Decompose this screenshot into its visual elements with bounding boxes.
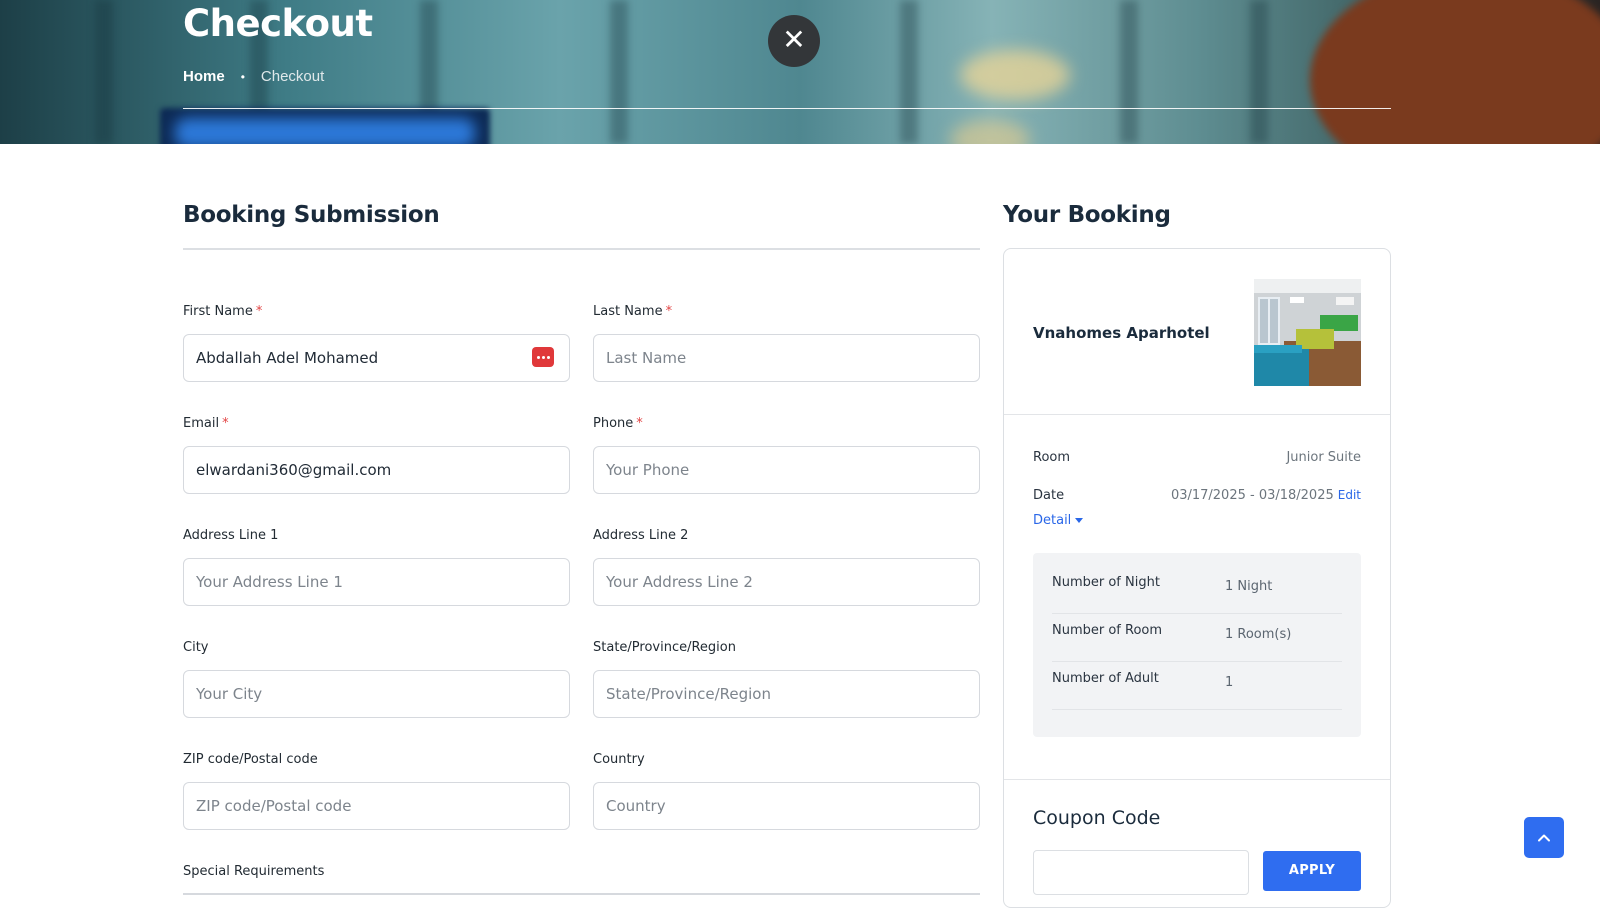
chevron-up-icon: [1538, 834, 1550, 841]
country-label: Country: [593, 752, 645, 767]
date-row: 03/17/2025 - 03/18/2025 Edit: [1171, 488, 1361, 503]
country-input[interactable]: [593, 782, 980, 830]
address2-input[interactable]: [593, 558, 980, 606]
detail-toggle[interactable]: Detail: [1033, 513, 1084, 528]
coupon-code-title: Coupon Code: [1033, 807, 1161, 829]
detail-label: Number of Room: [1052, 623, 1163, 638]
first-name-input[interactable]: [183, 334, 570, 382]
breadcrumb-home-link[interactable]: Home: [183, 68, 225, 85]
zip-input[interactable]: [183, 782, 570, 830]
room-thumbnail[interactable]: [1254, 279, 1361, 386]
booking-submission-title: Booking Submission: [183, 202, 440, 228]
room-value: Junior Suite: [1286, 450, 1361, 465]
your-booking-title: Your Booking: [1003, 202, 1171, 228]
date-value: 03/17/2025 - 03/18/2025: [1170, 488, 1334, 503]
email-input[interactable]: [183, 446, 570, 494]
email-label: Email *: [183, 416, 229, 431]
detail-label: Number of Night: [1052, 575, 1160, 590]
edit-date-link[interactable]: Edit: [1338, 488, 1361, 502]
last-name-label: Last Name *: [593, 304, 673, 319]
card-divider: [1004, 414, 1390, 415]
detail-row: Number of Room 1 Room(s): [1052, 614, 1342, 662]
card-divider: [1004, 779, 1390, 780]
address1-input[interactable]: [183, 558, 570, 606]
address2-label: Address Line 2: [593, 528, 689, 543]
city-input[interactable]: [183, 670, 570, 718]
detail-value: 1 Night: [1225, 579, 1273, 594]
address1-label: Address Line 1: [183, 528, 279, 543]
date-label: Date: [1033, 488, 1065, 503]
phone-label: Phone *: [593, 416, 643, 431]
scroll-to-top-button[interactable]: [1524, 817, 1564, 858]
detail-row: Number of Night 1 Night: [1052, 566, 1342, 614]
phone-input[interactable]: [593, 446, 980, 494]
coupon-code-input[interactable]: [1033, 850, 1249, 895]
room-label: Room: [1033, 450, 1071, 465]
state-input[interactable]: [593, 670, 980, 718]
apply-coupon-button[interactable]: APPLY: [1263, 851, 1361, 891]
caret-down-icon: [1075, 518, 1084, 523]
city-label: City: [183, 640, 209, 655]
detail-value: 1: [1225, 675, 1234, 690]
close-icon: ✕: [782, 23, 806, 56]
special-requirements-label: Special Requirements: [183, 864, 325, 879]
breadcrumb-current: Checkout: [260, 68, 325, 85]
state-label: State/Province/Region: [593, 640, 736, 655]
page-title: Checkout: [183, 2, 373, 45]
last-name-input[interactable]: [593, 334, 980, 382]
hotel-name[interactable]: Vnahomes Aparhotel: [1033, 324, 1210, 342]
close-button[interactable]: ✕: [768, 15, 820, 67]
breadcrumb-separator: •: [240, 69, 245, 84]
detail-row: Number of Adult 1: [1052, 662, 1342, 710]
zip-label: ZIP code/Postal code: [183, 752, 318, 767]
form-divider: [183, 248, 980, 250]
detail-value: 1 Room(s): [1225, 627, 1292, 642]
first-name-label: First Name *: [183, 304, 263, 319]
breadcrumb: Home • Checkout: [183, 68, 324, 85]
header-divider: [183, 108, 1391, 109]
detail-label: Number of Adult: [1052, 671, 1159, 686]
password-manager-icon[interactable]: [532, 347, 554, 367]
